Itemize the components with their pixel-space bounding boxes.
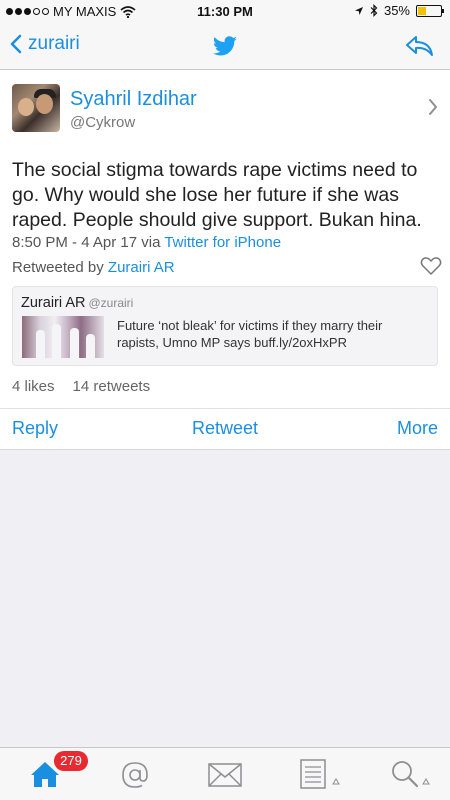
reply-button[interactable]: Reply <box>12 418 58 439</box>
tab-mentions[interactable] <box>90 748 180 800</box>
twitter-bird-icon <box>212 36 237 56</box>
search-icon <box>392 761 430 788</box>
messages-icon <box>208 763 242 787</box>
tweet-actions: Reply Retweet More <box>0 408 450 450</box>
navigation-bar: zurairi <box>0 24 450 70</box>
tweet-detail: Syahril Izdihar @Cykrow The social stigm… <box>0 70 450 450</box>
more-button[interactable]: More <box>397 418 438 439</box>
quoted-author-handle: @zurairi <box>88 296 134 310</box>
tweet-stats: 4 likes 14 retweets <box>12 378 150 395</box>
tweet-timestamp: 8:50 PM - 4 Apr 17 via Twitter for iPhon… <box>12 234 281 251</box>
tab-bar: 279 <box>0 747 450 800</box>
quoted-tweet[interactable]: Zurairi AR @zurairi Future ‘not bleak’ fo… <box>12 286 438 366</box>
battery-percent: 35% <box>383 3 410 18</box>
bluetooth-icon <box>370 4 378 17</box>
location-arrow-icon <box>354 6 363 15</box>
retweet-button[interactable]: Retweet <box>192 418 258 439</box>
back-button[interactable]: zurairi <box>10 33 80 55</box>
likes-count[interactable]: 4 likes <box>12 378 55 395</box>
author-handle: @Cykrow <box>70 114 136 131</box>
retweets-count[interactable]: 14 retweets <box>73 378 151 395</box>
retweeted-by: Retweeted by Zurairi AR <box>12 259 175 276</box>
quoted-author: Zurairi AR @zurairi <box>21 295 133 311</box>
status-bar: MY MAXIS 11:30 PM 35% <box>0 0 450 24</box>
tab-messages[interactable] <box>180 748 270 800</box>
retweeter-link[interactable]: Zurairi AR <box>108 259 175 276</box>
quoted-tweet-text: Future ‘not bleak’ for victims if they m… <box>117 318 383 350</box>
heart-icon[interactable] <box>420 256 442 276</box>
tab-lists[interactable] <box>270 748 360 800</box>
chevron-right-icon[interactable] <box>428 98 438 116</box>
status-indicators: 35% <box>354 3 444 18</box>
reply-arrow-icon[interactable] <box>404 34 434 58</box>
chevron-left-icon <box>10 34 22 54</box>
notification-badge: 279 <box>54 751 88 771</box>
retweeted-by-label: Retweeted by <box>12 259 104 276</box>
tweet-source-link[interactable]: Twitter for iPhone <box>164 234 281 251</box>
battery-icon <box>416 4 444 17</box>
lists-icon <box>300 759 340 789</box>
back-label: zurairi <box>28 33 80 54</box>
author-name[interactable]: Syahril Izdihar <box>70 88 197 111</box>
battery-level <box>418 6 426 15</box>
tab-search[interactable] <box>360 748 450 800</box>
mentions-icon <box>122 762 148 788</box>
timestamp-text: 8:50 PM - 4 Apr 17 via <box>12 234 161 251</box>
quoted-image-thumbnail[interactable] <box>22 316 104 358</box>
avatar[interactable] <box>12 84 60 132</box>
tab-home[interactable]: 279 <box>0 748 90 800</box>
tweet-text: The social stigma towards rape victims n… <box>12 159 422 231</box>
quoted-author-name: Zurairi AR <box>21 295 86 311</box>
